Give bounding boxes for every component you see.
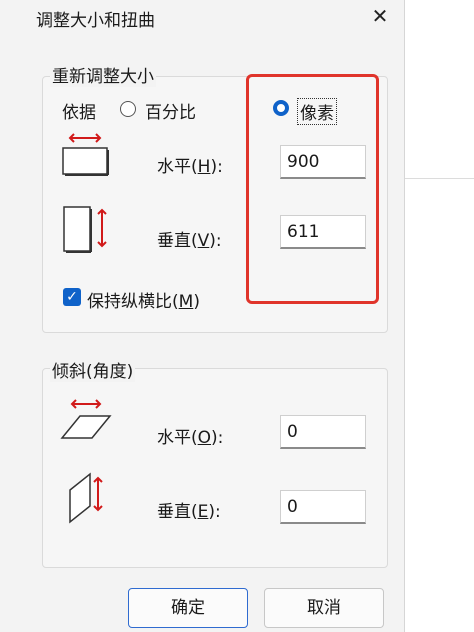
skew-vertical-input[interactable]: 0 bbox=[280, 490, 366, 524]
skew-horizontal-label: 水平(O): bbox=[157, 428, 224, 448]
dialog-title: 调整大小和扭曲 bbox=[36, 11, 155, 31]
percent-radio[interactable] bbox=[120, 101, 136, 117]
skew-horizontal-input[interactable]: 0 bbox=[280, 415, 366, 449]
background-divider bbox=[404, 178, 474, 179]
keep-ratio-label[interactable]: 保持纵横比(M) bbox=[87, 287, 200, 312]
keep-ratio-checkbox[interactable]: ✓ bbox=[63, 288, 81, 306]
horizontal-skew-icon bbox=[60, 399, 112, 439]
title-bar: 调整大小和扭曲 ✕ bbox=[0, 0, 404, 34]
highlight-box bbox=[246, 74, 379, 304]
close-button[interactable]: ✕ bbox=[366, 2, 394, 30]
checkmark-icon: ✓ bbox=[66, 289, 78, 305]
resize-horizontal-label: 水平(H): bbox=[157, 157, 223, 177]
resize-skew-dialog: 调整大小和扭曲 ✕ 重新调整大小 依据 百分比 像素 水平(H): 900 垂直… bbox=[0, 0, 405, 632]
cancel-button[interactable]: 取消 bbox=[264, 588, 384, 628]
percent-label[interactable]: 百分比 bbox=[145, 98, 196, 123]
ok-button[interactable]: 确定 bbox=[128, 588, 248, 628]
resize-vertical-label: 垂直(V): bbox=[157, 231, 222, 251]
close-icon: ✕ bbox=[371, 4, 389, 28]
skew-group-title: 倾斜(角度) bbox=[50, 357, 136, 382]
vertical-resize-icon bbox=[63, 206, 107, 253]
background-window bbox=[404, 0, 474, 632]
horizontal-resize-icon bbox=[62, 133, 109, 176]
skew-vertical-label: 垂直(E): bbox=[157, 502, 221, 522]
vertical-skew-icon bbox=[69, 472, 103, 524]
basis-label: 依据 bbox=[62, 103, 96, 123]
resize-group-title: 重新调整大小 bbox=[50, 62, 156, 87]
